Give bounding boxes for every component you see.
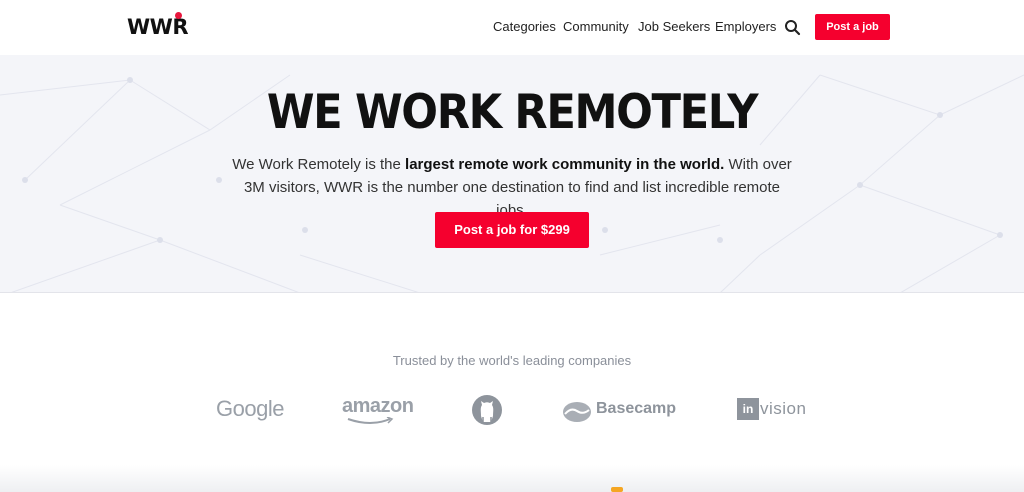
post-job-cta-button[interactable]: Post a job for $299 [435,212,589,248]
nav-employers[interactable]: Employers [715,19,776,34]
invision-logo: vision [760,399,807,418]
trusted-label: Trusted by the world's leading companies [392,353,632,368]
hero-description-highlight: largest remote work community in the wor… [405,156,725,173]
amazon-logo: amazon [342,395,414,417]
hero-title: WE WORK REMOTELY [266,85,759,140]
google-logo: Google [216,396,284,421]
post-job-button[interactable]: Post a job [815,14,890,40]
github-icon [472,395,502,425]
search-icon[interactable] [784,19,802,37]
nav-community[interactable]: Community [563,19,629,34]
nav-job-seekers[interactable]: Job Seekers [638,19,710,34]
basecamp-logo: Basecamp [596,400,677,417]
next-section-accent [611,487,623,492]
site-header: WWR Categories Community Job Seekers Emp… [0,0,1024,55]
logo-dot [175,12,182,19]
amazon-smile-icon [347,417,394,424]
invision-logo-mark: in [737,398,759,420]
next-section-edge [0,465,1024,492]
nav-categories[interactable]: Categories [493,19,556,34]
hero-section: WE WORK REMOTELY We Work Remotely is the… [0,55,1024,293]
basecamp-icon [563,402,591,422]
